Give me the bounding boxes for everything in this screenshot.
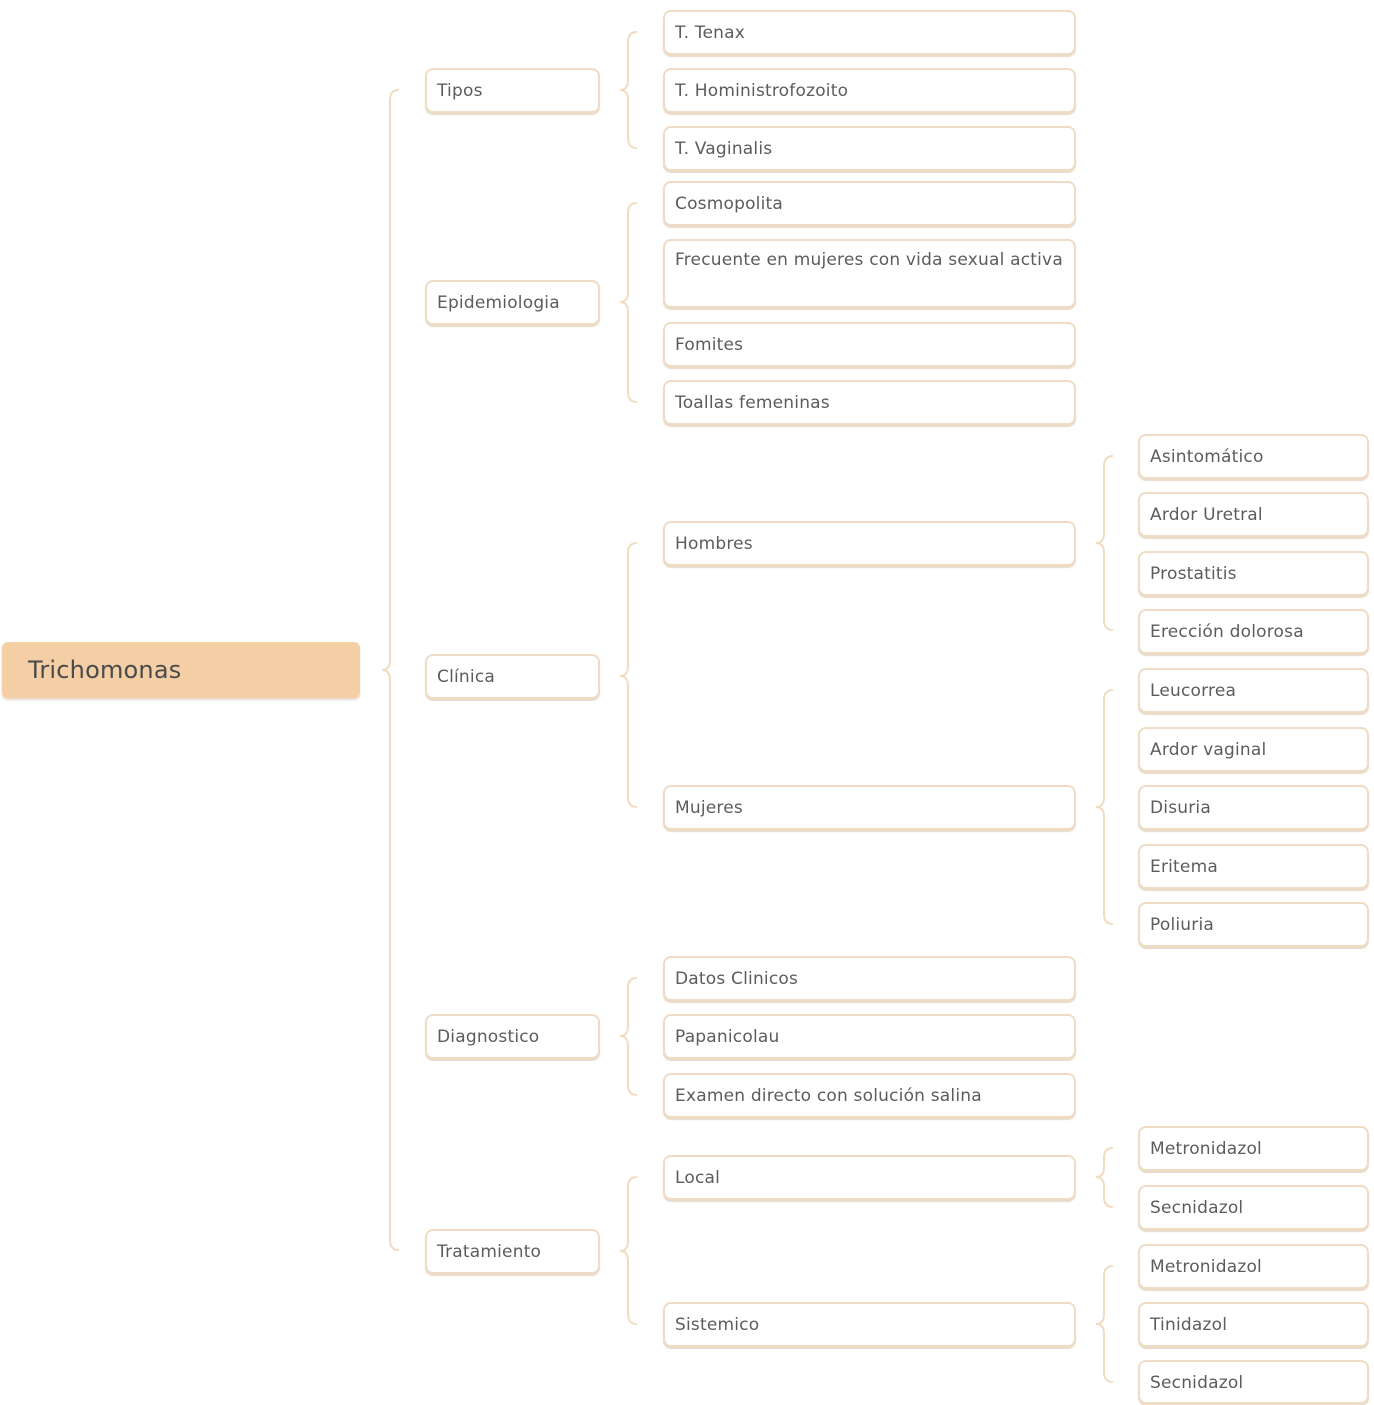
node-epidemiologia[interactable]: Epidemiologia <box>425 280 600 325</box>
node-hombres[interactable]: Hombres <box>663 521 1076 566</box>
bracket-mujeres <box>1095 689 1114 925</box>
node-ereccion-dolorosa[interactable]: Erección dolorosa <box>1138 609 1369 654</box>
node-datos-clinicos[interactable]: Datos Clinicos <box>663 956 1076 1001</box>
bracket-tratamiento <box>619 1176 638 1325</box>
node-mujeres[interactable]: Mujeres <box>663 785 1076 830</box>
bracket-local <box>1095 1147 1114 1208</box>
node-cosmopolita[interactable]: Cosmopolita <box>663 181 1076 226</box>
bracket-tipos <box>619 31 638 149</box>
node-sistemico-secnidazol[interactable]: Secnidazol <box>1138 1360 1369 1404</box>
node-sistemico[interactable]: Sistemico <box>663 1302 1076 1347</box>
node-examen-directo[interactable]: Examen directo con solución salina <box>663 1073 1076 1118</box>
bracket-sistemico <box>1095 1265 1114 1383</box>
node-local-secnidazol[interactable]: Secnidazol <box>1138 1185 1369 1230</box>
mind-map: Trichomonas Tipos Epidemiologia Clínica … <box>0 0 1374 1405</box>
node-t-hoministrofozoito[interactable]: T. Hoministrofozoito <box>663 68 1076 113</box>
node-fomites[interactable]: Fomites <box>663 322 1076 367</box>
node-toallas-femeninas[interactable]: Toallas femeninas <box>663 380 1076 425</box>
node-diagnostico[interactable]: Diagnostico <box>425 1014 600 1059</box>
node-t-tenax[interactable]: T. Tenax <box>663 10 1076 55</box>
root-node-trichomonas[interactable]: Trichomonas <box>2 642 360 698</box>
node-leucorrea[interactable]: Leucorrea <box>1138 668 1369 713</box>
bracket-epidemiologia <box>619 202 638 403</box>
node-asintomatico[interactable]: Asintomático <box>1138 434 1369 479</box>
node-local-metronidazol[interactable]: Metronidazol <box>1138 1126 1369 1171</box>
bracket-root <box>381 89 400 1251</box>
node-sistemico-tinidazol[interactable]: Tinidazol <box>1138 1302 1369 1347</box>
bracket-diagnostico <box>619 977 638 1096</box>
node-ardor-uretral[interactable]: Ardor Uretral <box>1138 492 1369 537</box>
node-eritema[interactable]: Eritema <box>1138 844 1369 889</box>
node-poliuria[interactable]: Poliuria <box>1138 902 1369 947</box>
node-ardor-vaginal[interactable]: Ardor vaginal <box>1138 727 1369 772</box>
bracket-hombres <box>1095 455 1114 631</box>
node-t-vaginalis[interactable]: T. Vaginalis <box>663 126 1076 171</box>
bracket-clinica <box>619 542 638 808</box>
node-tratamiento[interactable]: Tratamiento <box>425 1229 600 1274</box>
node-frecuente-mujeres[interactable]: Frecuente en mujeres con vida sexual act… <box>663 239 1076 308</box>
node-prostatitis[interactable]: Prostatitis <box>1138 551 1369 596</box>
node-disuria[interactable]: Disuria <box>1138 785 1369 830</box>
node-local[interactable]: Local <box>663 1155 1076 1200</box>
node-papanicolau[interactable]: Papanicolau <box>663 1014 1076 1059</box>
node-tipos[interactable]: Tipos <box>425 68 600 113</box>
node-clinica[interactable]: Clínica <box>425 654 600 699</box>
node-sistemico-metronidazol[interactable]: Metronidazol <box>1138 1244 1369 1289</box>
